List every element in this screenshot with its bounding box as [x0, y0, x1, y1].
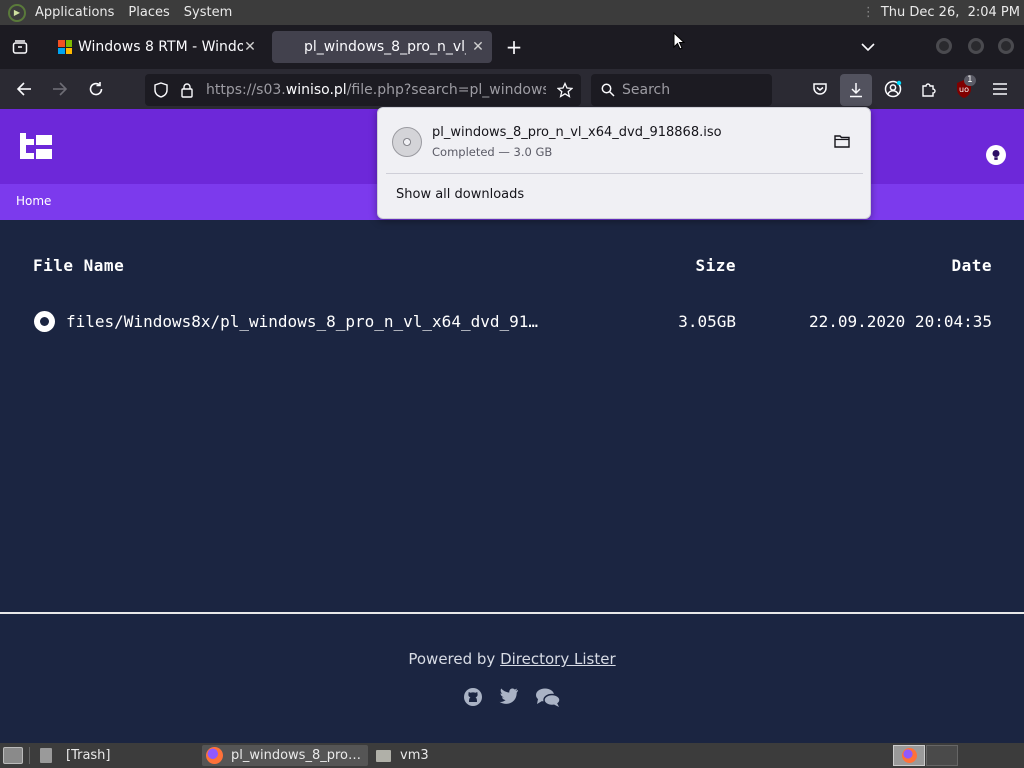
applications-menu[interactable]: Applications [28, 0, 121, 25]
navigation-toolbar: https://s03.winiso.pl/file.php?search=pl… [0, 69, 1024, 109]
windows-logo-icon [58, 40, 72, 54]
open-folder-icon[interactable] [834, 133, 854, 151]
workspace-switcher[interactable] [893, 745, 925, 766]
tracking-protection-shield-icon[interactable] [151, 80, 171, 100]
breadcrumb-home-link[interactable]: Home [16, 194, 51, 208]
footer-divider [0, 612, 1024, 614]
search-bar[interactable]: Search [591, 74, 772, 106]
file-date: 22.09.2020 20:04:35 [808, 312, 992, 331]
panel-divider [386, 173, 863, 174]
show-all-downloads-button[interactable]: Show all downloads [396, 187, 524, 202]
column-header-size[interactable]: Size [636, 256, 736, 275]
taskbar-item-firefox[interactable]: pl_windows_8_pro… [202, 745, 368, 766]
taskbar-item-label: vm3 [400, 748, 429, 763]
extensions-puzzle-icon[interactable] [918, 79, 938, 99]
hamburger-menu-icon[interactable] [990, 79, 1010, 99]
workspace-firefox-icon [901, 748, 917, 763]
tab-title: Windows 8 RTM - Windows [78, 39, 243, 55]
account-icon[interactable] [882, 79, 904, 99]
download-status: Completed — 3.0 GB [432, 145, 553, 159]
taskbar-item-trash[interactable]: [Trash] [36, 745, 196, 766]
tab-title: pl_windows_8_pro_n_vl_x64 [304, 39, 466, 55]
url-bar[interactable]: https://s03.winiso.pl/file.php?search=pl… [145, 74, 581, 106]
column-header-date[interactable]: Date [852, 256, 992, 275]
theme-toggle-icon[interactable] [986, 145, 1006, 165]
system-menu[interactable]: System [177, 0, 239, 25]
search-input[interactable]: Search [622, 74, 670, 106]
panel-separator-icon: ⋮ [861, 5, 875, 20]
new-tab-icon[interactable]: + [504, 35, 524, 59]
downloads-panel: pl_windows_8_pro_n_vl_x64_dvd_918868.iso… [377, 107, 871, 219]
bookmark-star-icon[interactable] [555, 80, 575, 100]
file-size: 3.05GB [678, 312, 736, 331]
show-desktop-icon[interactable] [3, 747, 23, 764]
url-domain: winiso.pl [285, 82, 347, 98]
close-window-button[interactable] [998, 38, 1014, 54]
url-path: /file.php?search=pl_windows_8_p [346, 82, 546, 98]
mouse-cursor-icon [673, 31, 686, 50]
extension-badge: 1 [964, 75, 976, 86]
tab-overview-icon[interactable] [10, 37, 30, 57]
taskbar-item-label: pl_windows_8_pro… [231, 748, 361, 763]
search-icon [599, 81, 617, 99]
maximize-window-button[interactable] [968, 38, 984, 54]
list-all-tabs-icon[interactable] [858, 37, 878, 57]
taskbar-item-label: [Trash] [66, 748, 111, 763]
tab-windows-8-rtm[interactable]: Windows 8 RTM - Windows ✕ [52, 31, 264, 63]
folder-icon [376, 749, 391, 762]
github-icon[interactable] [463, 687, 485, 709]
reload-button[interactable] [86, 79, 106, 99]
panel-clock[interactable]: ⋮ Thu Dec 26, 2:04 PM [862, 0, 1020, 25]
ublock-origin-icon[interactable]: uo 1 [953, 75, 976, 101]
back-button[interactable] [14, 79, 34, 99]
pocket-icon[interactable] [810, 79, 830, 99]
footer-credit: Powered by Directory Lister [0, 650, 1024, 668]
distro-logo-icon[interactable]: ▶ [8, 3, 26, 22]
padlock-icon[interactable] [177, 80, 197, 100]
directory-lister-logo[interactable] [18, 131, 54, 167]
top-panel: ▶ Applications Places System ⋮ Thu Dec 2… [0, 0, 1024, 25]
tab-pl-windows-8-pro[interactable]: pl_windows_8_pro_n_vl_x64 ✕ [272, 31, 492, 63]
disc-icon [34, 311, 55, 332]
taskbar-divider [29, 747, 30, 764]
footer-powered-by: Powered by [408, 650, 496, 668]
download-arrow-icon [846, 80, 866, 100]
downloads-button[interactable] [840, 74, 872, 106]
minimize-window-button[interactable] [936, 38, 952, 54]
firefox-icon [206, 747, 223, 764]
close-tab-icon[interactable]: ✕ [242, 37, 258, 57]
close-tab-icon[interactable]: ✕ [470, 37, 486, 57]
taskbar-item-vm3[interactable]: vm3 [372, 745, 492, 766]
places-menu[interactable]: Places [121, 0, 176, 25]
url-prefix: https://s03. [206, 82, 286, 98]
download-file-name: pl_windows_8_pro_n_vl_x64_dvd_918868.iso [432, 125, 722, 140]
column-header-file-name[interactable]: File Name [33, 256, 124, 275]
svg-text:uo: uo [959, 85, 969, 94]
iso-file-icon [392, 127, 422, 157]
bottom-taskbar: [Trash] pl_windows_8_pro… vm3 [0, 743, 1024, 768]
workspace-2[interactable] [926, 745, 958, 766]
file-name-link[interactable]: files/Windows8x/pl_windows_8_pro_n_vl_x6… [66, 312, 538, 331]
trash-icon [40, 748, 52, 763]
directory-lister-link[interactable]: Directory Lister [500, 650, 616, 668]
forward-button[interactable] [50, 79, 70, 99]
tab-strip: Windows 8 RTM - Windows ✕ pl_windows_8_p… [0, 25, 1024, 69]
url-text[interactable]: https://s03.winiso.pl/file.php?search=pl… [206, 74, 546, 106]
chat-icon[interactable] [535, 687, 561, 709]
clock-text: Thu Dec 26, 2:04 PM [880, 5, 1020, 20]
twitter-icon[interactable] [499, 688, 521, 708]
